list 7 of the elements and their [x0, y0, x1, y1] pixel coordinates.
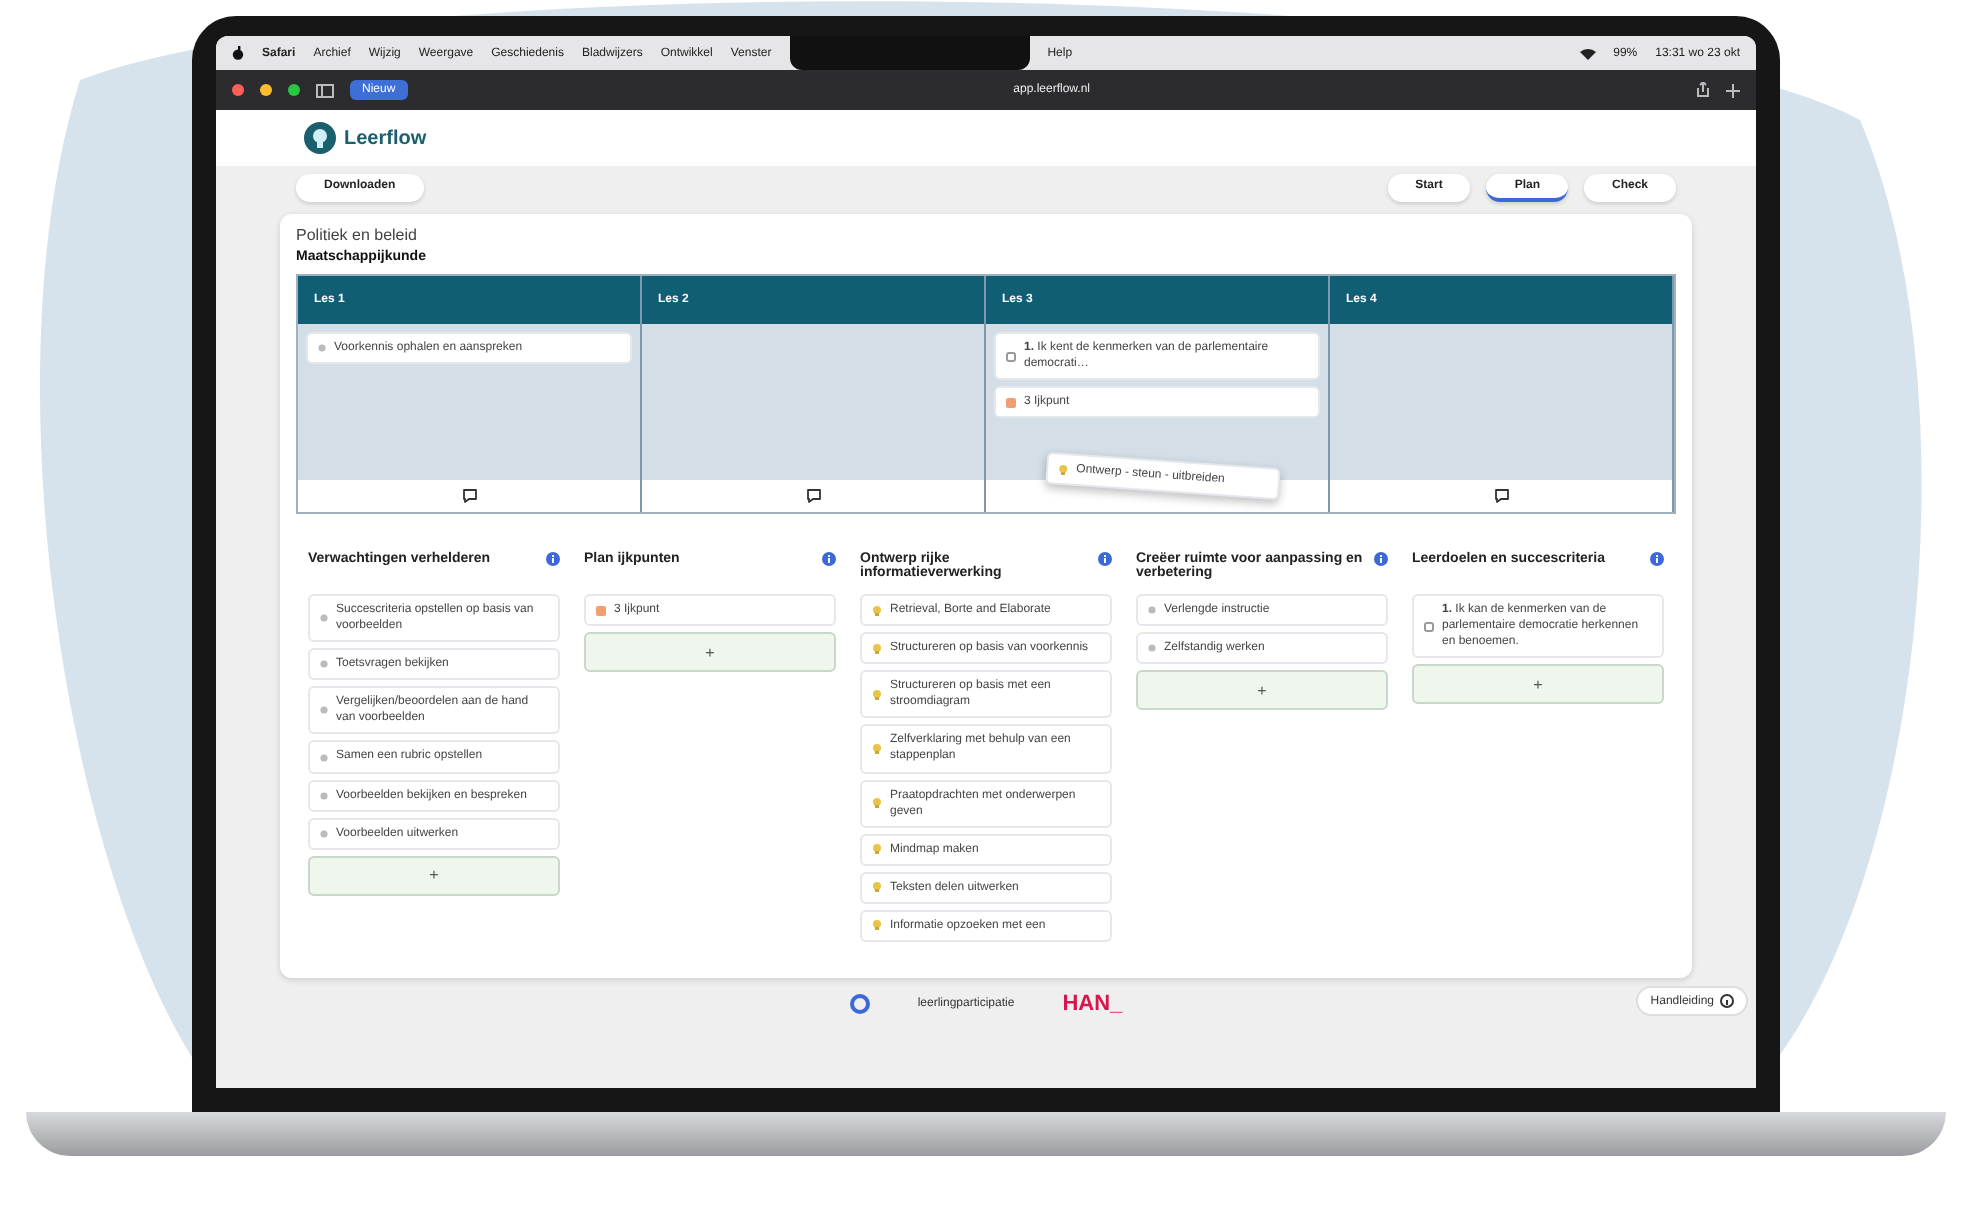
add-button[interactable]: + [308, 855, 560, 896]
page-title: Politiek en beleid [296, 226, 419, 244]
han-logo-text: HAN_ [1062, 992, 1123, 1016]
add-button[interactable]: + [584, 632, 836, 673]
add-button[interactable]: + [1412, 664, 1664, 705]
add-button[interactable]: + [1136, 670, 1388, 711]
logo-text: Leerflow [344, 127, 427, 149]
